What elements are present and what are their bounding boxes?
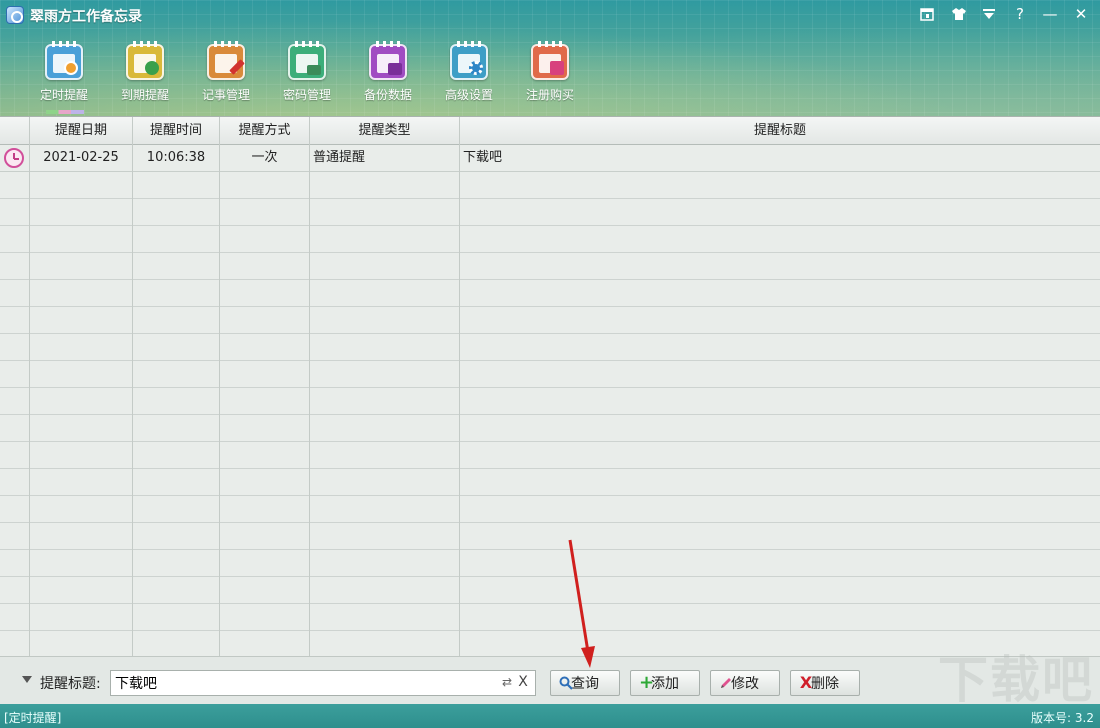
app-title: 翠雨方工作备忘录 [30, 9, 142, 25]
collapse-arrow-icon[interactable] [22, 676, 32, 683]
empty-table-row [0, 631, 1100, 656]
refresh-icon[interactable]: ⇄ [500, 675, 514, 689]
empty-table-row [0, 172, 1100, 199]
calendar-icon[interactable] [914, 3, 940, 25]
table-header: 提醒日期 提醒时间 提醒方式 提醒类型 提醒标题 [0, 117, 1100, 145]
empty-table-row [0, 388, 1100, 415]
toolbar-label: 高级设置 [444, 88, 493, 102]
empty-table-row [0, 199, 1100, 226]
plus-icon: + [639, 672, 655, 693]
toolbar-due-reminder-button[interactable]: 到期提醒 [105, 36, 185, 108]
status-current-module: [定时提醒] [4, 711, 62, 725]
menu-icon[interactable] [976, 3, 1002, 25]
timer-reminder-icon [45, 41, 83, 80]
delete-x-icon: X [799, 673, 813, 692]
backup-icon [369, 41, 407, 80]
table-row[interactable]: 2021-02-25 10:06:38 一次 普通提醒 下载吧 [0, 145, 1100, 172]
app-logo-icon [6, 6, 24, 24]
watermark: 下载吧 [938, 651, 1094, 709]
empty-table-row [0, 253, 1100, 280]
empty-table-row [0, 226, 1100, 253]
clear-icon[interactable]: X [516, 674, 530, 690]
empty-table-row [0, 496, 1100, 523]
header-icon-column [0, 117, 30, 144]
header: 翠雨方工作备忘录 ? — ✕ 定时提醒 到期提醒 记事管理 密码管理 备份数据 … [0, 0, 1100, 116]
cell-title: 下载吧 [463, 150, 503, 165]
due-reminder-icon [126, 41, 164, 80]
pencil-icon [719, 676, 733, 690]
edit-button-label: 修改 [731, 676, 759, 692]
column-divider [29, 117, 30, 656]
edit-button[interactable]: 修改 [710, 670, 780, 696]
cell-time: 10:06:38 [133, 145, 220, 171]
empty-table-row [0, 523, 1100, 550]
toolbar-backup-button[interactable]: 备份数据 [348, 36, 428, 108]
empty-table-row [0, 334, 1100, 361]
minimize-icon[interactable]: — [1037, 3, 1063, 25]
empty-table-row [0, 415, 1100, 442]
empty-table-row [0, 550, 1100, 577]
column-header-title[interactable]: 提醒标题 [460, 117, 1100, 144]
add-button[interactable]: + 添加 [630, 670, 700, 696]
cell-type: 普通提醒 [310, 145, 460, 171]
column-divider [132, 117, 133, 656]
toolbar-timer-reminder-button[interactable]: 定时提醒 [24, 36, 104, 108]
cell-mode: 一次 [220, 145, 310, 171]
search-icon [559, 676, 573, 690]
register-icon [531, 41, 569, 80]
toolbar-label: 注册购买 [525, 88, 574, 102]
query-button[interactable]: 查询 [550, 670, 620, 696]
column-divider [309, 117, 310, 656]
notes-icon [207, 41, 245, 80]
empty-table-row [0, 577, 1100, 604]
status-bar: [定时提醒] 版本号: 3.2 [0, 704, 1100, 728]
title-bar[interactable]: 翠雨方工作备忘录 ? — ✕ [0, 0, 1100, 30]
delete-button-label: 删除 [811, 676, 839, 692]
toolbar-register-button[interactable]: 注册购买 [510, 36, 590, 108]
skin-icon[interactable] [946, 3, 972, 25]
column-divider [219, 117, 220, 656]
query-button-label: 查询 [571, 676, 599, 692]
password-icon [288, 41, 326, 80]
add-button-label: 添加 [651, 676, 679, 692]
help-icon[interactable]: ? [1007, 3, 1033, 25]
toolbar-notes-button[interactable]: 记事管理 [186, 36, 266, 108]
empty-table-row [0, 469, 1100, 496]
empty-table-row [0, 307, 1100, 334]
settings-icon [450, 41, 488, 80]
close-icon[interactable]: ✕ [1068, 3, 1094, 25]
column-divider [459, 117, 460, 656]
toolbar-label: 记事管理 [201, 88, 250, 102]
empty-table-row [0, 442, 1100, 469]
column-header-type[interactable]: 提醒类型 [310, 117, 460, 144]
empty-table-row [0, 604, 1100, 631]
search-label: 提醒标题: [40, 676, 101, 692]
search-bar: 提醒标题: ⇄ X 查询 + 添加 修改 X 删除 [0, 656, 1100, 704]
toolbar-label: 到期提醒 [120, 88, 169, 102]
toolbar-settings-button[interactable]: 高级设置 [429, 36, 509, 108]
toolbar-label: 备份数据 [363, 88, 412, 102]
row-icon-cell [0, 145, 30, 171]
column-header-date[interactable]: 提醒日期 [30, 117, 133, 144]
cell-date: 2021-02-25 [30, 145, 133, 171]
active-tab-indicator [46, 110, 84, 114]
empty-table-row [0, 361, 1100, 388]
toolbar-label: 定时提醒 [39, 88, 88, 102]
column-header-mode[interactable]: 提醒方式 [220, 117, 310, 144]
search-input[interactable] [110, 670, 536, 696]
toolbar-password-button[interactable]: 密码管理 [267, 36, 347, 108]
delete-button[interactable]: X 删除 [790, 670, 860, 696]
column-header-time[interactable]: 提醒时间 [133, 117, 220, 144]
reminder-table[interactable]: 提醒日期 提醒时间 提醒方式 提醒类型 提醒标题 2021-02-25 10:0… [0, 116, 1100, 656]
empty-table-row [0, 280, 1100, 307]
toolbar-label: 密码管理 [282, 88, 331, 102]
clock-icon [4, 148, 24, 168]
